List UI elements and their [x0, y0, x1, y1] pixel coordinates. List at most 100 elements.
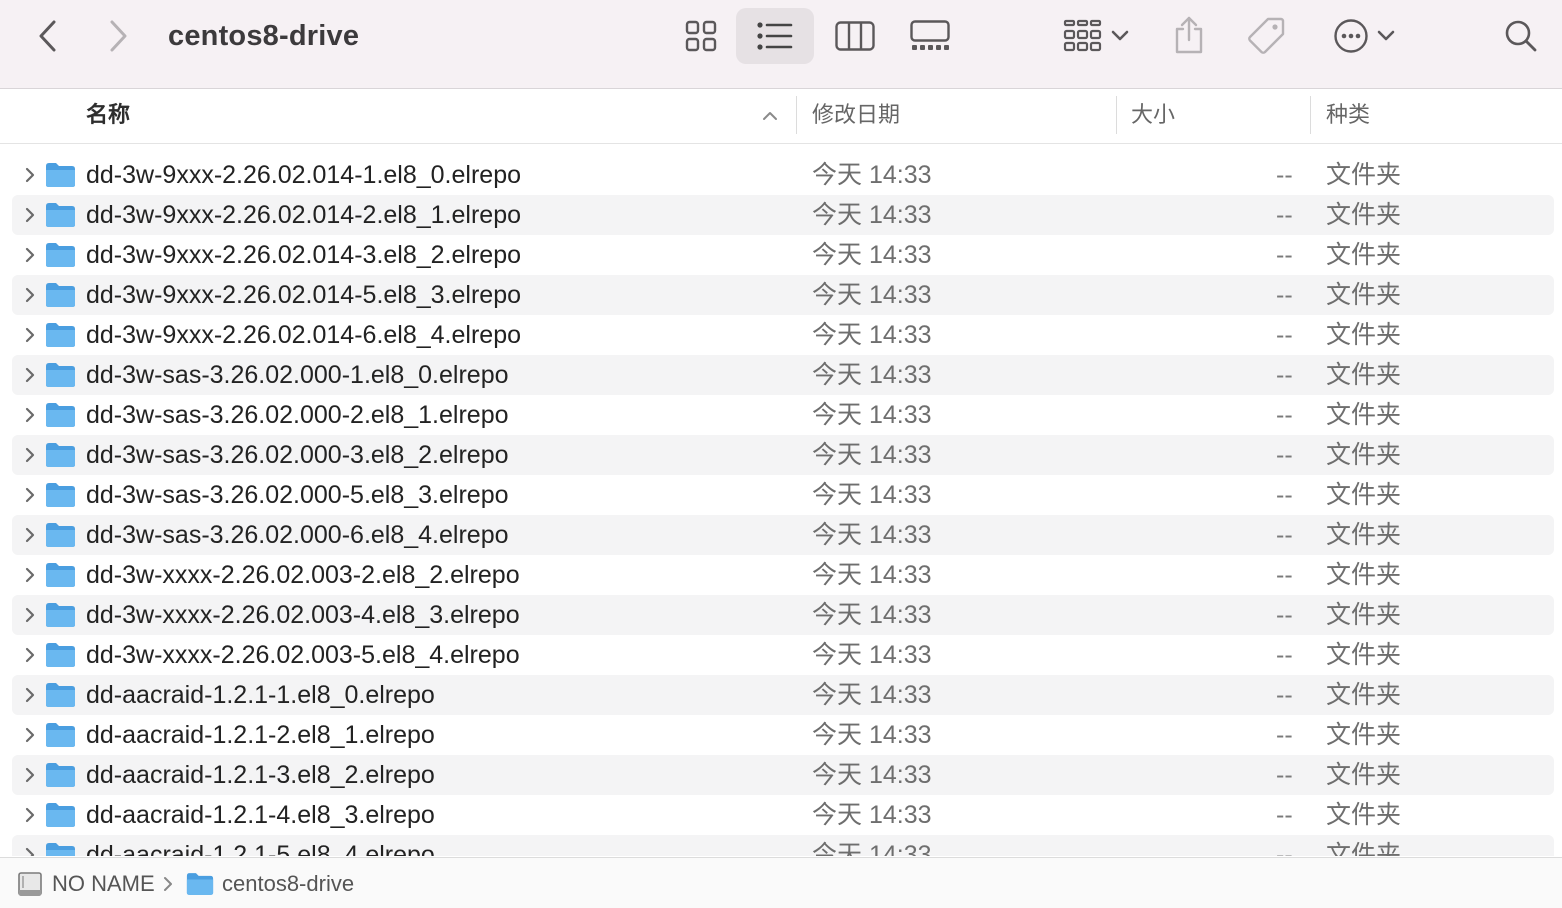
file-name: dd-3w-sas-3.26.02.000-5.el8_3.elrepo [86, 481, 509, 509]
table-row[interactable]: dd-3w-9xxx-2.26.02.014-6.el8_4.elrepo 今天 … [0, 315, 1562, 355]
folder-icon [46, 523, 75, 547]
folder-icon [46, 163, 75, 187]
file-name: dd-3w-xxxx-2.26.02.003-5.el8_4.elrepo [86, 641, 520, 669]
disclosure-triangle-icon[interactable] [21, 205, 39, 225]
search-button[interactable] [1498, 12, 1544, 60]
file-size: -- [1276, 481, 1293, 509]
folder-icon [46, 803, 75, 827]
back-button[interactable] [28, 14, 68, 58]
folder-icon [46, 323, 75, 347]
table-row[interactable]: dd-3w-sas-3.26.02.000-3.el8_2.elrepo 今天 1… [0, 435, 1562, 475]
disclosure-triangle-icon[interactable] [21, 725, 39, 745]
disclosure-triangle-icon[interactable] [21, 565, 39, 585]
disclosure-triangle-icon[interactable] [21, 405, 39, 425]
file-date: 今天 14:33 [812, 561, 932, 589]
table-row[interactable]: dd-aacraid-1.2.1-4.el8_3.elrepo 今天 14:33 -… [0, 795, 1562, 835]
sort-ascending-icon[interactable] [761, 107, 779, 125]
file-date: 今天 14:33 [812, 321, 932, 349]
file-size: -- [1276, 521, 1293, 549]
file-name: dd-aacraid-1.2.1-1.el8_0.elrepo [86, 681, 435, 709]
column-size-header[interactable]: 大小 [1131, 89, 1175, 144]
file-kind: 文件夹 [1326, 241, 1402, 269]
disclosure-triangle-icon[interactable] [21, 285, 39, 305]
table-row[interactable]: dd-3w-sas-3.26.02.000-1.el8_0.elrepo 今天 1… [0, 355, 1562, 395]
table-row[interactable]: dd-3w-9xxx-2.26.02.014-3.el8_2.elrepo 今天 … [0, 235, 1562, 275]
disclosure-triangle-icon[interactable] [21, 645, 39, 665]
file-kind: 文件夹 [1326, 721, 1402, 749]
forward-button[interactable] [98, 14, 138, 58]
table-row[interactable]: dd-aacraid-1.2.1-1.el8_0.elrepo 今天 14:33 -… [0, 675, 1562, 715]
table-row[interactable]: dd-3w-xxxx-2.26.02.003-4.el8_3.elrepo 今天 … [0, 595, 1562, 635]
disclosure-triangle-icon[interactable] [21, 485, 39, 505]
file-list[interactable]: dd-3w-9xxx-2.26.02.014-1.el8_0.elrepo 今天 … [0, 155, 1562, 856]
file-date: 今天 14:33 [812, 401, 932, 429]
table-row[interactable]: dd-3w-9xxx-2.26.02.014-5.el8_3.elrepo 今天 … [0, 275, 1562, 315]
file-date: 今天 14:33 [812, 641, 932, 669]
column-name-header[interactable]: 名称 [86, 89, 130, 144]
file-name: dd-3w-9xxx-2.26.02.014-5.el8_3.elrepo [86, 281, 521, 309]
table-row[interactable]: dd-aacraid-1.2.1-3.el8_2.elrepo 今天 14:33 -… [0, 755, 1562, 795]
disclosure-triangle-icon[interactable] [21, 525, 39, 545]
chevron-left-icon [39, 20, 56, 52]
group-by-button[interactable] [1056, 10, 1136, 62]
column-date-header[interactable]: 修改日期 [812, 89, 900, 144]
folder-icon [46, 643, 75, 667]
table-row[interactable]: dd-3w-sas-3.26.02.000-2.el8_1.elrepo 今天 1… [0, 395, 1562, 435]
more-button[interactable] [1326, 10, 1402, 62]
file-date: 今天 14:33 [812, 761, 932, 789]
file-size: -- [1276, 241, 1293, 269]
disclosure-triangle-icon[interactable] [21, 605, 39, 625]
gallery-view-button[interactable] [904, 10, 956, 62]
file-name: dd-aacraid-1.2.1-3.el8_2.elrepo [86, 761, 435, 789]
icon-view-button[interactable] [677, 10, 725, 62]
table-row[interactable]: dd-aacraid-1.2.1-5.el8_4.elrepo 今天 14:33 -… [0, 835, 1562, 856]
disclosure-triangle-icon[interactable] [21, 805, 39, 825]
file-kind: 文件夹 [1326, 841, 1402, 856]
table-row[interactable]: dd-3w-9xxx-2.26.02.014-2.el8_1.elrepo 今天 … [0, 195, 1562, 235]
table-row[interactable]: dd-3w-sas-3.26.02.000-5.el8_3.elrepo 今天 1… [0, 475, 1562, 515]
path-folder-label: centos8-drive [222, 870, 355, 896]
disclosure-triangle-icon[interactable] [21, 445, 39, 465]
disclosure-triangle-icon[interactable] [21, 245, 39, 265]
file-date: 今天 14:33 [812, 161, 932, 189]
table-row[interactable]: dd-aacraid-1.2.1-2.el8_1.elrepo 今天 14:33 -… [0, 715, 1562, 755]
file-kind: 文件夹 [1326, 401, 1402, 429]
table-row[interactable]: dd-3w-9xxx-2.26.02.014-1.el8_0.elrepo 今天 … [0, 155, 1562, 195]
column-view-button[interactable] [830, 10, 880, 62]
file-date: 今天 14:33 [812, 481, 932, 509]
file-kind: 文件夹 [1326, 761, 1402, 789]
file-size: -- [1276, 561, 1293, 589]
disclosure-triangle-icon[interactable] [21, 685, 39, 705]
folder-icon [46, 683, 75, 707]
file-name: dd-3w-9xxx-2.26.02.014-1.el8_0.elrepo [86, 161, 521, 189]
file-size: -- [1276, 281, 1293, 309]
folder-icon [46, 283, 75, 307]
file-kind: 文件夹 [1326, 561, 1402, 589]
disclosure-triangle-icon[interactable] [21, 765, 39, 785]
path-item-folder[interactable]: centos8-drive [186, 858, 354, 908]
folder-icon [46, 203, 75, 227]
folder-icon [46, 443, 75, 467]
column-divider[interactable] [1310, 96, 1311, 134]
file-size: -- [1276, 201, 1293, 229]
list-view-button[interactable] [736, 8, 814, 64]
table-row[interactable]: dd-3w-xxxx-2.26.02.003-2.el8_2.elrepo 今天 … [0, 555, 1562, 595]
file-kind: 文件夹 [1326, 281, 1402, 309]
tag-button[interactable] [1240, 10, 1292, 62]
file-size: -- [1276, 721, 1293, 749]
share-button[interactable] [1166, 8, 1212, 62]
file-size: -- [1276, 321, 1293, 349]
folder-icon [46, 563, 75, 587]
table-row[interactable]: dd-3w-sas-3.26.02.000-6.el8_4.elrepo 今天 1… [0, 515, 1562, 555]
disclosure-triangle-icon[interactable] [21, 325, 39, 345]
disclosure-triangle-icon[interactable] [21, 365, 39, 385]
table-row[interactable]: dd-3w-xxxx-2.26.02.003-5.el8_4.elrepo 今天 … [0, 635, 1562, 675]
column-divider[interactable] [1116, 96, 1117, 134]
column-divider[interactable] [796, 96, 797, 134]
column-kind-header[interactable]: 种类 [1326, 89, 1370, 144]
disclosure-triangle-icon[interactable] [21, 845, 39, 856]
file-name: dd-aacraid-1.2.1-5.el8_4.elrepo [86, 841, 435, 856]
disclosure-triangle-icon[interactable] [21, 165, 39, 185]
path-item-disk[interactable]: NO NAME [16, 858, 155, 908]
path-disk-label: NO NAME [52, 870, 155, 896]
